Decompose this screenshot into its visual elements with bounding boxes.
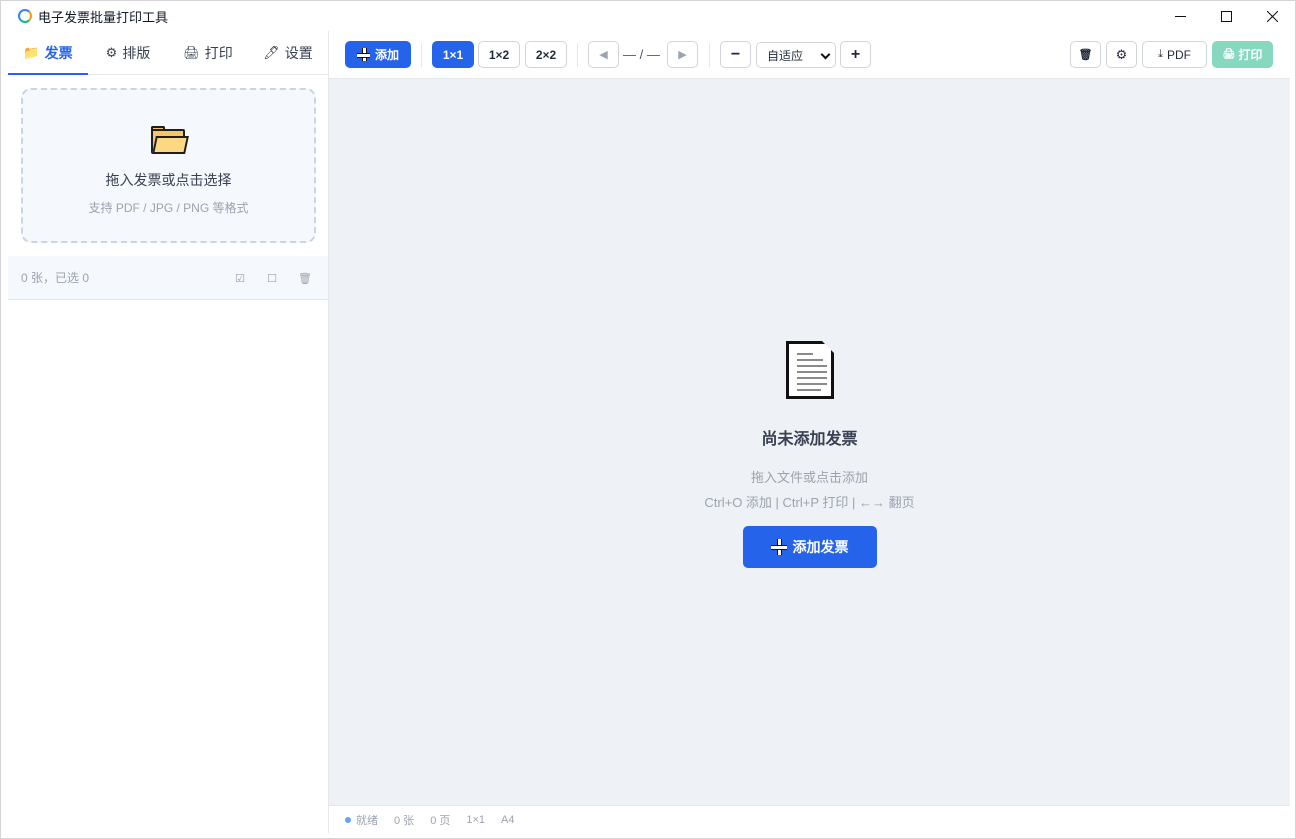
plus-icon: [770, 539, 787, 555]
app-window: 电子发票批量打印工具 📁 发票 ⚙ 排版 🖨 打印 🖊 设置 拖入发票或点击选择…: [0, 0, 1296, 839]
maximize-button[interactable]: [1203, 1, 1249, 31]
layout-1x2-button[interactable]: 1×2: [478, 41, 520, 68]
tab-invoices[interactable]: 📁 发票: [8, 31, 88, 75]
keyboard-shortcuts-hint: Ctrl+O 添加 | Ctrl+P 打印 | ←→ 翻页: [704, 495, 915, 510]
file-dropzone[interactable]: 拖入发票或点击选择 支持 PDF / JPG / PNG 等格式: [21, 88, 316, 243]
toolbar-divider: [709, 43, 710, 67]
add-button[interactable]: 添加: [345, 41, 411, 68]
gear-icon: ⚙: [1115, 46, 1128, 62]
status-layout: 1×1: [466, 813, 486, 826]
pdf-button-label: PDF: [1166, 47, 1191, 62]
window-controls: [1157, 1, 1295, 31]
trash-icon: 🗑: [1078, 49, 1093, 61]
title-bar: 电子发票批量打印工具: [1, 1, 1295, 31]
status-bar: 就绪 0 张 0 页 1×1 A4: [329, 805, 1290, 833]
pen-icon: 🖊: [263, 44, 280, 60]
tab-settings[interactable]: 🖊 设置: [248, 31, 328, 74]
zoom-out-button[interactable]: −: [720, 41, 751, 68]
minimize-icon: [1174, 15, 1186, 17]
tab-layout[interactable]: ⚙ 排版: [88, 31, 168, 74]
tab-layout-label: 排版: [122, 44, 151, 61]
app-logo-icon: [18, 9, 32, 23]
window-title: 电子发票批量打印工具: [38, 9, 169, 25]
chevron-down-icon: [820, 49, 831, 60]
document-icon: [785, 341, 834, 399]
layout-1x1-button[interactable]: 1×1: [432, 41, 474, 68]
zoom-select-value: 自适应: [767, 48, 804, 63]
sidebar-tabs: 📁 发票 ⚙ 排版 🖨 打印 🖊 设置: [8, 31, 328, 75]
status-text: 就绪: [356, 814, 378, 827]
close-button[interactable]: [1249, 1, 1295, 31]
page-indicator: — / —: [623, 47, 660, 62]
maximize-icon: [1220, 10, 1232, 22]
add-invoice-label: 添加发票: [792, 539, 849, 555]
export-pdf-button[interactable]: ⤓ PDF: [1142, 41, 1207, 68]
tab-invoices-label: 发票: [44, 44, 73, 61]
status-pages: 0 页: [430, 814, 451, 827]
main-toolbar: 添加 1×1 1×2 2×2 ◀ — / — ▶ − 自适应 + 🗑 ⚙ ⤓ P…: [329, 31, 1290, 79]
delete-icon[interactable]: 🗑: [298, 272, 312, 285]
printer-icon: 🖨: [183, 44, 200, 60]
printer-icon: 🖨: [1222, 49, 1236, 60]
status-count: 0 张: [394, 814, 415, 827]
tab-print[interactable]: 🖨 打印: [168, 31, 248, 74]
open-folder-icon: [150, 126, 189, 154]
tab-print-label: 打印: [204, 44, 233, 61]
folder-icon: 📁: [23, 44, 40, 60]
empty-hint: 拖入文件或点击添加: [750, 470, 868, 485]
deselect-icon[interactable]: ☐: [266, 272, 278, 285]
plus-icon: [356, 48, 370, 61]
add-invoice-button[interactable]: 添加发票: [742, 526, 877, 568]
minimize-button[interactable]: [1157, 1, 1203, 31]
settings-button[interactable]: ⚙: [1106, 41, 1137, 68]
zoom-select[interactable]: 自适应: [756, 42, 836, 68]
invoice-list-bar: 0 张，已选 0 ☑ ☐ 🗑: [8, 256, 328, 300]
download-icon: ⤓: [1158, 48, 1163, 60]
dropzone-title: 拖入发票或点击选择: [105, 172, 232, 188]
select-all-icon[interactable]: ☑: [234, 272, 246, 285]
status-dot: [345, 816, 351, 823]
empty-state: 尚未添加发票 拖入文件或点击添加 Ctrl+O 添加 | Ctrl+P 打印 |…: [329, 341, 1290, 568]
add-button-label: 添加: [374, 48, 399, 62]
trash-button[interactable]: 🗑: [1070, 41, 1101, 68]
main-area: 添加 1×1 1×2 2×2 ◀ — / — ▶ − 自适应 + 🗑 ⚙ ⤓ P…: [329, 31, 1290, 833]
print-button-label: 打印: [1238, 48, 1263, 62]
toolbar-divider: [421, 43, 422, 67]
sidebar: 📁 发票 ⚙ 排版 🖨 打印 🖊 设置 拖入发票或点击选择 支持 PDF / J…: [8, 31, 329, 833]
prev-page-button[interactable]: ◀: [588, 41, 619, 68]
zoom-in-button[interactable]: +: [840, 41, 871, 68]
toolbar-divider: [577, 43, 578, 67]
empty-title: 尚未添加发票: [761, 431, 858, 448]
status-paper: A4: [501, 813, 515, 826]
close-icon: [1266, 10, 1278, 22]
invoice-count: 0 张，已选 0: [21, 271, 90, 285]
tab-settings-label: 设置: [284, 44, 313, 61]
gear-icon: ⚙: [105, 44, 118, 60]
dropzone-subtitle: 支持 PDF / JPG / PNG 等格式: [88, 201, 249, 215]
next-page-button[interactable]: ▶: [667, 41, 698, 68]
list-actions: ☑ ☐ 🗑: [234, 256, 312, 300]
layout-2x2-button[interactable]: 2×2: [525, 41, 567, 68]
print-button[interactable]: 🖨 打印: [1212, 41, 1273, 68]
